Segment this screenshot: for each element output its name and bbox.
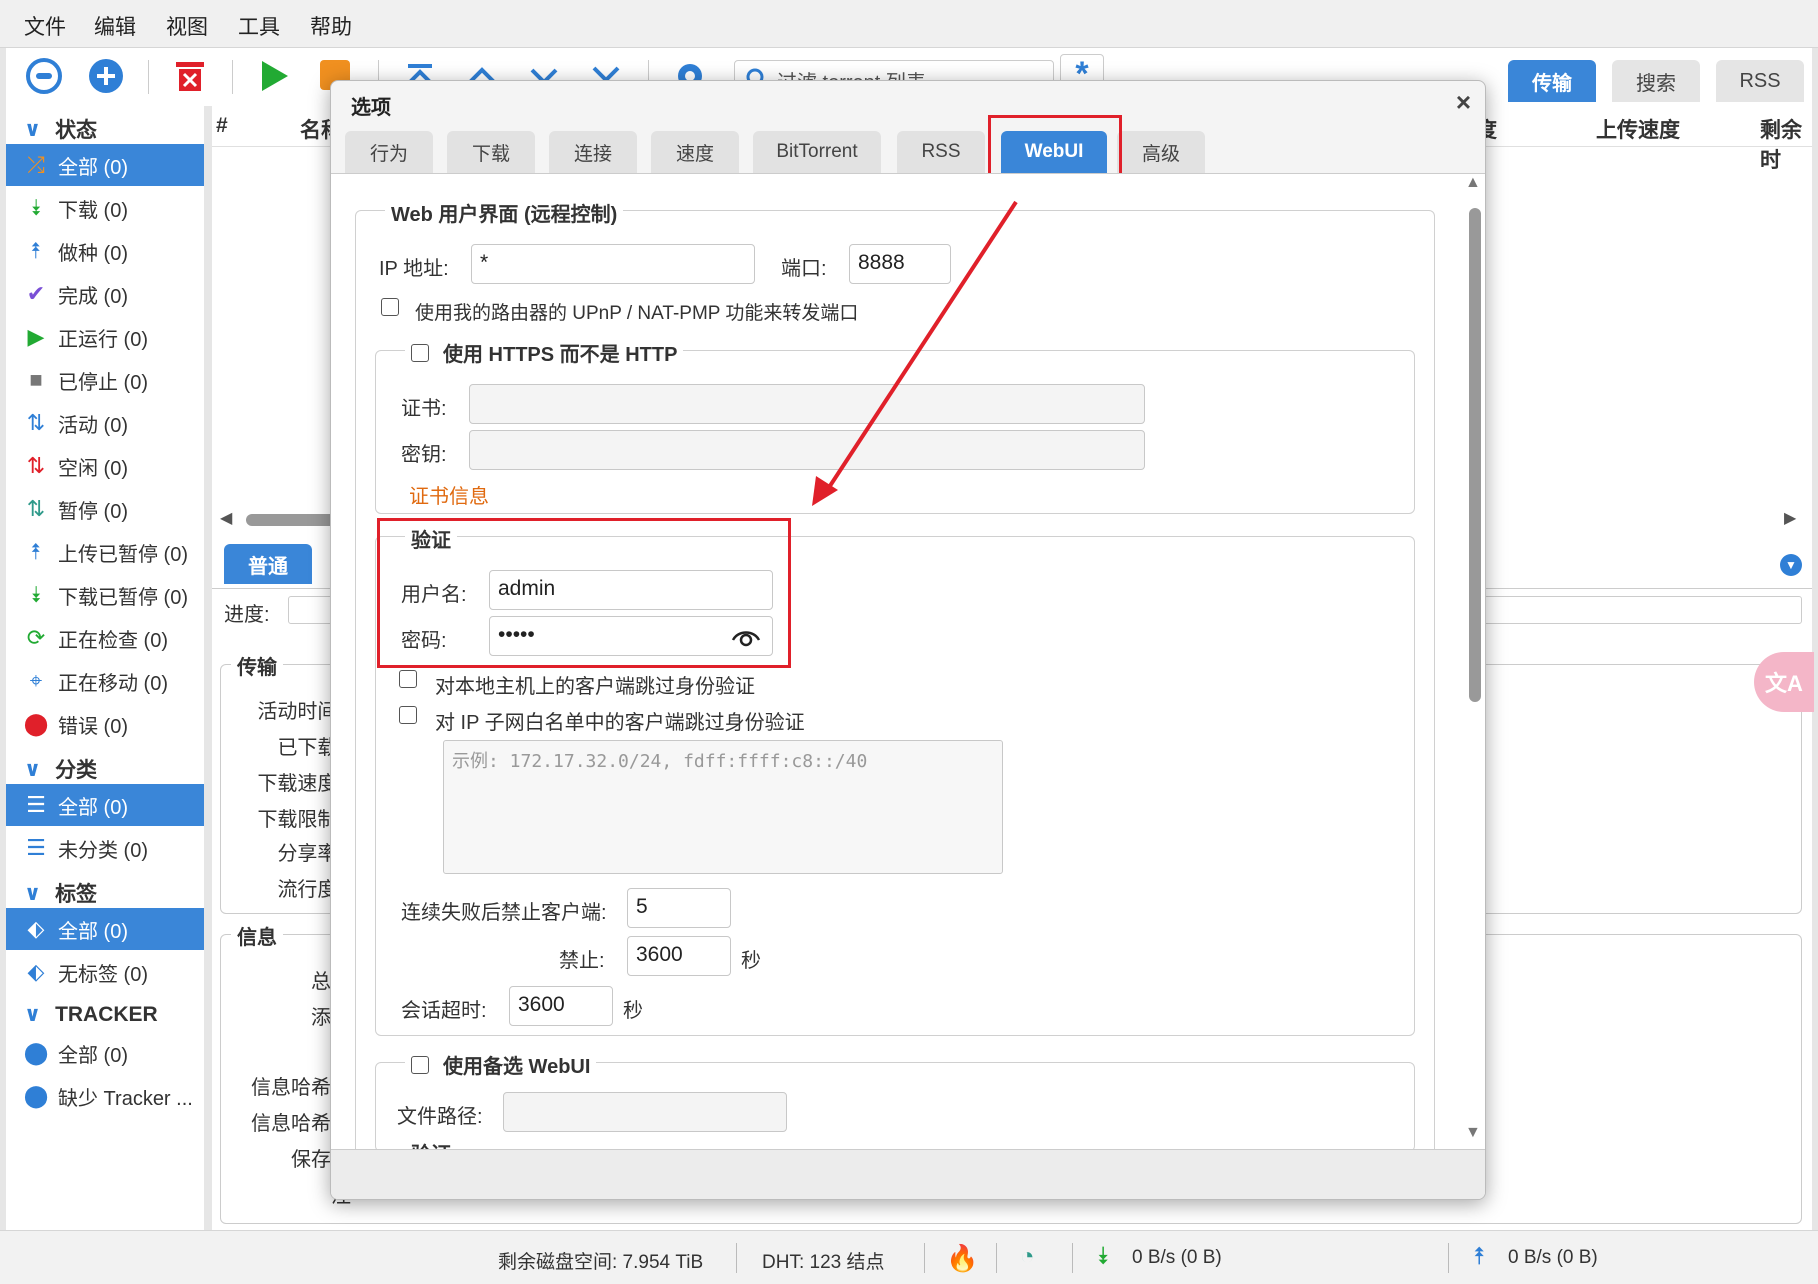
annotation-arrow <box>812 200 1018 506</box>
